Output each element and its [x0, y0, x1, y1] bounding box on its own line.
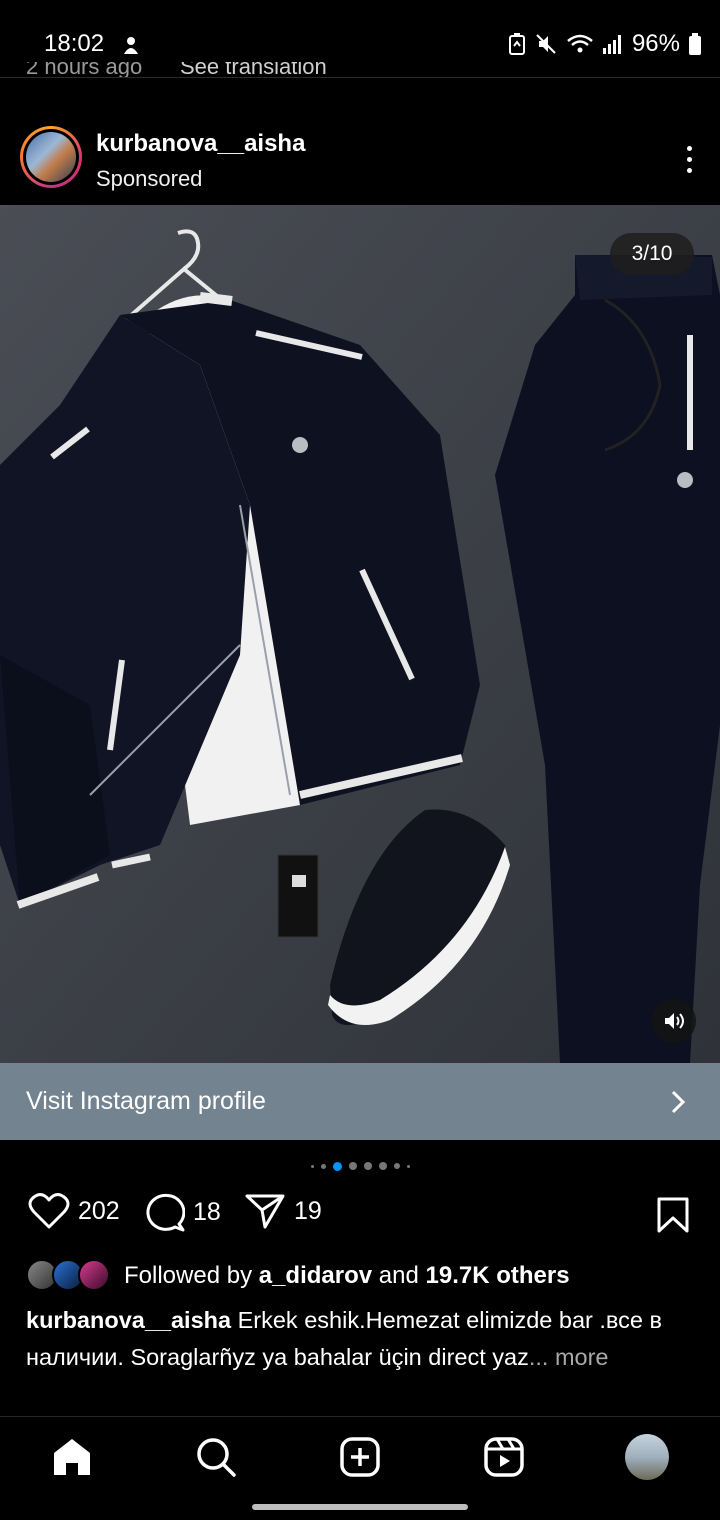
bottom-navigation [0, 1416, 720, 1520]
post-caption[interactable]: kurbanova__aisha Erkek eshik.Hemezat eli… [26, 1302, 696, 1376]
battery-percentage: 96% [631, 30, 680, 57]
comment-count: 18 [193, 1197, 221, 1226]
caption-username[interactable]: kurbanova__aisha [26, 1307, 231, 1333]
nav-reels[interactable] [482, 1435, 526, 1479]
carousel-dot [310, 1164, 314, 1168]
post-username[interactable]: kurbanova__aisha [96, 130, 305, 158]
more-options-icon[interactable] [684, 146, 694, 176]
create-icon [340, 1437, 380, 1477]
product-photo [0, 205, 720, 1063]
nav-profile[interactable] [625, 1434, 669, 1480]
signal-icon [602, 35, 621, 54]
followed-by-text: Followed by a_didarov and 19.7K others [124, 1262, 570, 1289]
status-icons: 96% [508, 30, 702, 58]
caption-more-link[interactable]: ... more [529, 1344, 609, 1370]
bookmark-icon[interactable] [656, 1196, 690, 1234]
reels-icon [484, 1437, 524, 1477]
sponsored-label: Sponsored [96, 166, 203, 191]
status-time: 18:02 [44, 30, 105, 57]
follower-avatars [26, 1259, 112, 1293]
carousel-dot-active [332, 1161, 342, 1171]
share-action[interactable]: 19 [244, 1192, 322, 1230]
chevron-right-icon [671, 1090, 686, 1114]
followed-user-link[interactable]: a_didarov [259, 1262, 372, 1289]
speaker-icon [665, 1013, 684, 1029]
previous-post-time: 2 hours ago [26, 62, 143, 78]
previous-post-footer: 2 hours ago See translation [0, 62, 720, 78]
carousel-indicator [0, 1160, 720, 1172]
like-action[interactable]: 202 [28, 1192, 120, 1230]
comment-action[interactable]: 18 [143, 1192, 221, 1232]
carousel-dot [378, 1162, 387, 1170]
carousel-dot [348, 1162, 357, 1170]
carousel-dot [393, 1163, 400, 1169]
followed-others-link[interactable]: 19.7K others [426, 1262, 570, 1289]
visit-profile-label: Visit Instagram profile [26, 1087, 266, 1115]
battery-saver-icon [508, 33, 525, 55]
home-indicator[interactable] [252, 1504, 468, 1510]
media-counter: 3/10 [610, 233, 694, 275]
like-count: 202 [78, 1196, 120, 1225]
share-count: 19 [294, 1196, 322, 1225]
carousel-dot [363, 1162, 372, 1170]
nav-search[interactable] [194, 1435, 238, 1479]
post-actions: 202 18 19 [0, 1192, 720, 1242]
carousel-dot [320, 1163, 326, 1169]
carousel-dot [406, 1164, 410, 1168]
nav-home[interactable] [50, 1435, 94, 1479]
followed-by-row[interactable]: Followed by a_didarov and 19.7K others [26, 1258, 706, 1294]
post-media[interactable]: 3/10 [0, 205, 720, 1063]
mute-status-icon [536, 34, 556, 54]
profile-avatar [625, 1434, 669, 1480]
heart-icon [28, 1193, 70, 1229]
search-icon [197, 1438, 236, 1477]
home-icon [54, 1439, 90, 1475]
see-translation-link[interactable]: See translation [180, 62, 327, 77]
nav-create[interactable] [338, 1435, 382, 1479]
wifi-icon [567, 34, 593, 53]
visit-profile-cta[interactable]: Visit Instagram profile [0, 1063, 720, 1140]
post-header: kurbanova__aisha Sponsored [0, 110, 720, 206]
battery-icon [689, 33, 701, 55]
notification-icon [124, 37, 138, 54]
comment-icon [146, 1193, 185, 1232]
share-icon [245, 1194, 285, 1229]
audio-toggle-button[interactable] [652, 999, 696, 1043]
avatar[interactable] [20, 126, 82, 188]
